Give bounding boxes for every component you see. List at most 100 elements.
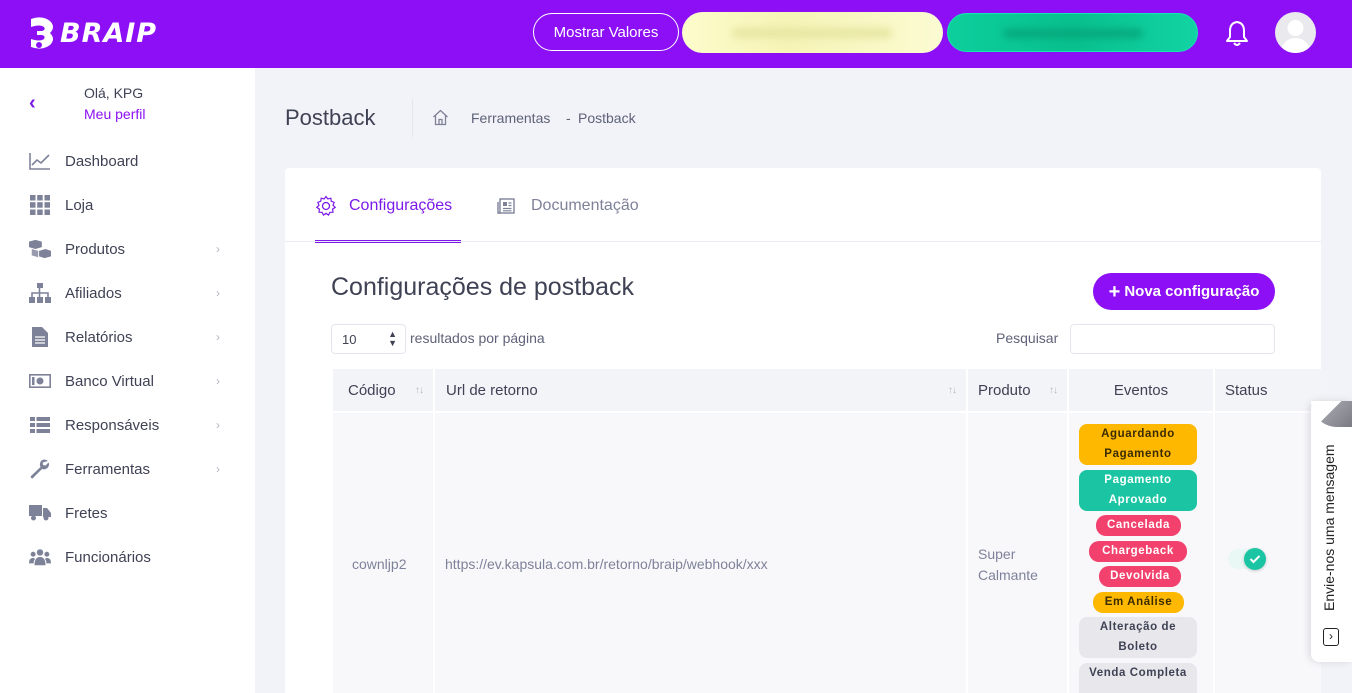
tab-label: Documentação [531,196,639,214]
postback-card: Configurações Documentação Configurações… [285,168,1321,693]
blurred-available [1003,29,1143,38]
tab-label: Configurações [349,196,453,214]
table-cell-product: Super Calmante [968,413,1067,693]
sidebar-item-fretes[interactable]: Fretes [0,491,255,535]
sidebar-item-label: Fretes [65,504,108,522]
event-badge: Pagamento Aprovado [1079,470,1197,511]
feedback-label: Envie-nos uma mensagem [1321,444,1337,611]
breadcrumb-postback: Postback [578,110,636,126]
page-curl-decoration [1311,401,1352,427]
brand-name: BRAIP [60,17,158,49]
balance-pill[interactable] [682,12,943,53]
chevron-right-icon: › [216,418,220,432]
sidebar-item-label: Produtos [65,240,126,258]
users-icon [29,547,51,567]
row-product-line1: Super [978,546,1016,562]
row-url: https://ev.kapsula.com.br/retorno/braip/… [445,556,768,572]
sidebar-item-label: Afiliados [65,284,122,302]
column-label: Status [1225,381,1268,399]
event-badge: Em Análise [1093,592,1184,613]
sitemap-icon [29,283,51,303]
sidebar-item-produtos[interactable]: Produtos › [0,227,255,271]
collapse-sidebar-icon[interactable]: ‹ [29,93,41,113]
sidebar-item-afiliados[interactable]: Afiliados › [0,271,255,315]
section-title: Configurações de postback [331,273,634,301]
bell-icon[interactable] [1224,19,1250,47]
available-balance-pill[interactable] [947,13,1198,52]
event-badge: Alteração de Boleto [1079,617,1197,658]
event-badge: Cancelada [1096,515,1181,536]
sidebar-item-label: Ferramentas [65,460,151,478]
results-per-page-label: resultados por página [410,330,545,346]
row-code: cownljp2 [352,556,407,572]
new-configuration-button[interactable]: + Nova configuração [1093,273,1275,310]
chart-line-icon [29,151,51,171]
home-icon[interactable] [432,109,449,126]
profile-link[interactable]: Meu perfil [84,106,145,122]
sidebar-item-label: Responsáveis [65,416,160,434]
table-cell-code: cownljp2 [333,413,433,693]
sidebar-item-label: Loja [65,196,94,214]
column-header-eventos: Eventos [1069,369,1213,411]
column-header-status: Status [1215,369,1321,411]
check-icon [1244,548,1266,570]
feedback-tab[interactable]: Envie-nos uma mensagem › [1311,401,1352,662]
sidebar-item-ferramentas[interactable]: Ferramentas › [0,447,255,491]
sidebar-item-loja[interactable]: Loja [0,183,255,227]
chevron-right-icon: › [216,374,220,388]
breadcrumb-ferramentas[interactable]: Ferramentas [471,110,550,126]
boxes-icon [29,239,51,259]
column-label: Eventos [1113,381,1169,399]
top-bar: BRAIP Mostrar Valores [0,0,1352,68]
title-divider [412,99,413,137]
avatar[interactable] [1275,12,1316,53]
list-icon [29,415,51,435]
tab-documentacao[interactable]: Documentação [497,168,657,243]
page-title: Postback [285,105,376,130]
search-input[interactable] [1070,324,1275,354]
status-toggle[interactable] [1228,548,1266,570]
user-silhouette-icon [1280,20,1311,53]
event-badge: Devolvida [1099,566,1181,587]
sort-icon: ↑↓ [948,384,957,396]
row-product-line2: Calmante [978,567,1038,583]
sidebar-item-funcionarios[interactable]: Funcionários [0,535,255,579]
event-badge: Aguardando Pagamento [1079,424,1197,465]
event-badge: Venda Completa [1079,663,1197,693]
chevron-right-icon: › [216,286,220,300]
plus-icon: + [1108,280,1121,303]
chevron-right-icon: › [216,242,220,256]
blurred-balance [732,28,892,38]
sidebar-item-responsaveis[interactable]: Responsáveis › [0,403,255,447]
gear-icon [315,194,337,217]
page-size-select[interactable]: 10 ▲ ▼ [331,324,406,354]
show-values-button[interactable]: Mostrar Valores [533,13,679,51]
sidebar: ‹ Olá, KPG Meu perfil Dashboard Loja Pro… [0,68,255,693]
sort-icon: ↑↓ [415,384,424,396]
new-configuration-label: Nova configuração [1124,283,1260,300]
tabs-divider [285,241,1321,242]
brand-logo[interactable]: BRAIP [28,12,157,54]
chevron-right-icon: › [216,330,220,344]
event-badge: Chargeback [1089,541,1187,562]
chevron-right-icon: › [1323,628,1339,646]
column-header-produto[interactable]: Produto ↑↓ [968,369,1067,411]
chevron-right-icon: › [216,462,220,476]
column-label: Código [348,381,396,399]
select-arrows-icon: ▲ ▼ [388,329,397,348]
table-cell-url: https://ev.kapsula.com.br/retorno/braip/… [435,413,966,693]
wrench-icon [29,459,51,479]
greeting: Olá, KPG [84,85,144,101]
column-header-codigo[interactable]: Código ↑↓ [333,369,433,411]
sidebar-item-label: Dashboard [65,152,139,170]
document-icon [497,195,519,217]
sidebar-item-label: Banco Virtual [65,372,154,390]
file-icon [29,327,51,347]
sidebar-item-relatorios[interactable]: Relatórios › [0,315,255,359]
sidebar-item-dashboard[interactable]: Dashboard [0,139,255,183]
grid-icon [29,195,51,215]
tab-configuracoes[interactable]: Configurações [315,168,461,243]
sidebar-item-banco-virtual[interactable]: Banco Virtual › [0,359,255,403]
column-header-url[interactable]: Url de retorno ↑↓ [435,369,966,411]
search-label: Pesquisar [996,330,1059,346]
